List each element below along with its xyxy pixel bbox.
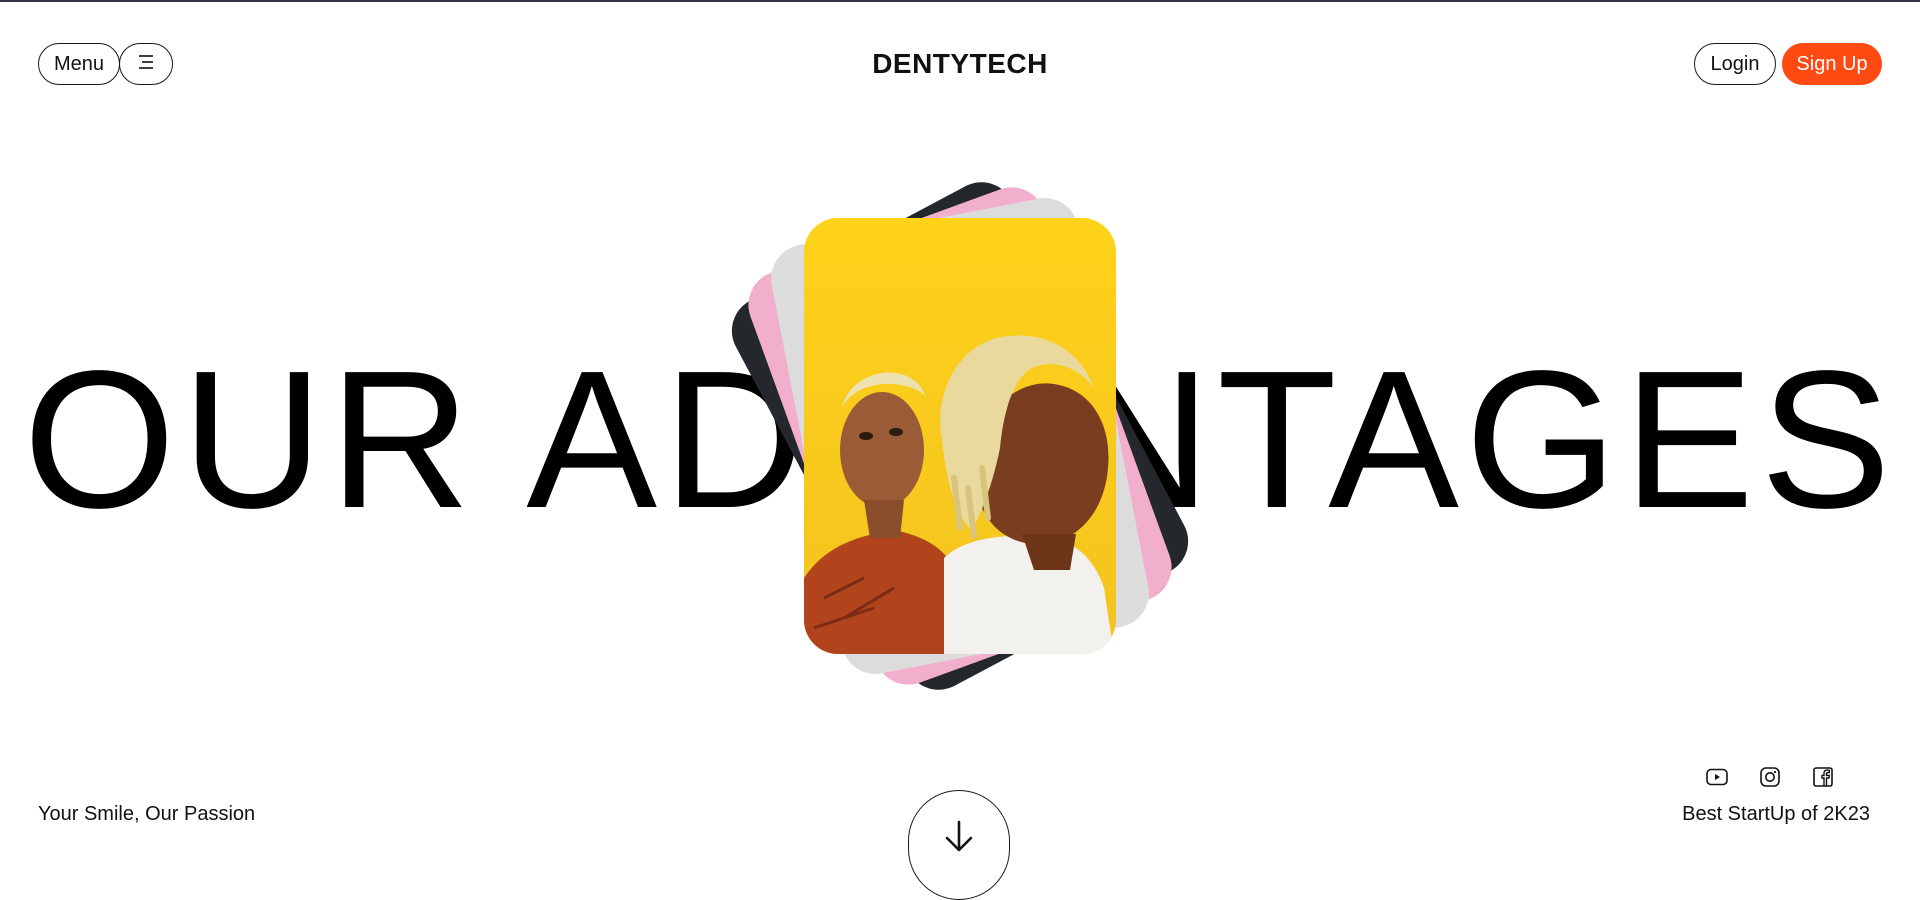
hero-photo-card — [804, 218, 1116, 654]
tagline: Your Smile, Our Passion — [38, 803, 256, 825]
facebook-icon[interactable] — [1810, 764, 1836, 790]
menu-toggle-button[interactable] — [119, 43, 173, 85]
site-header: Menu DENTYTECH Login Sign Up — [0, 0, 1920, 130]
signup-button[interactable]: Sign Up — [1782, 43, 1882, 85]
award-text: Best StartUp of 2K23 — [1682, 803, 1870, 825]
hero-photo — [804, 335, 1114, 654]
instagram-icon[interactable] — [1757, 764, 1783, 790]
login-label: Login — [1710, 52, 1760, 75]
menu-button[interactable]: Menu — [38, 43, 120, 85]
hamburger-icon — [136, 53, 156, 76]
scroll-down-button[interactable] — [908, 790, 1010, 900]
login-button[interactable]: Login — [1694, 43, 1776, 85]
menu-label: Menu — [53, 52, 105, 75]
brand-logo[interactable]: DENTYTECH — [760, 48, 1160, 80]
social-links — [1704, 764, 1836, 790]
arrow-down-icon — [942, 819, 976, 899]
youtube-icon[interactable] — [1704, 764, 1730, 790]
signup-label: Sign Up — [1796, 52, 1868, 75]
